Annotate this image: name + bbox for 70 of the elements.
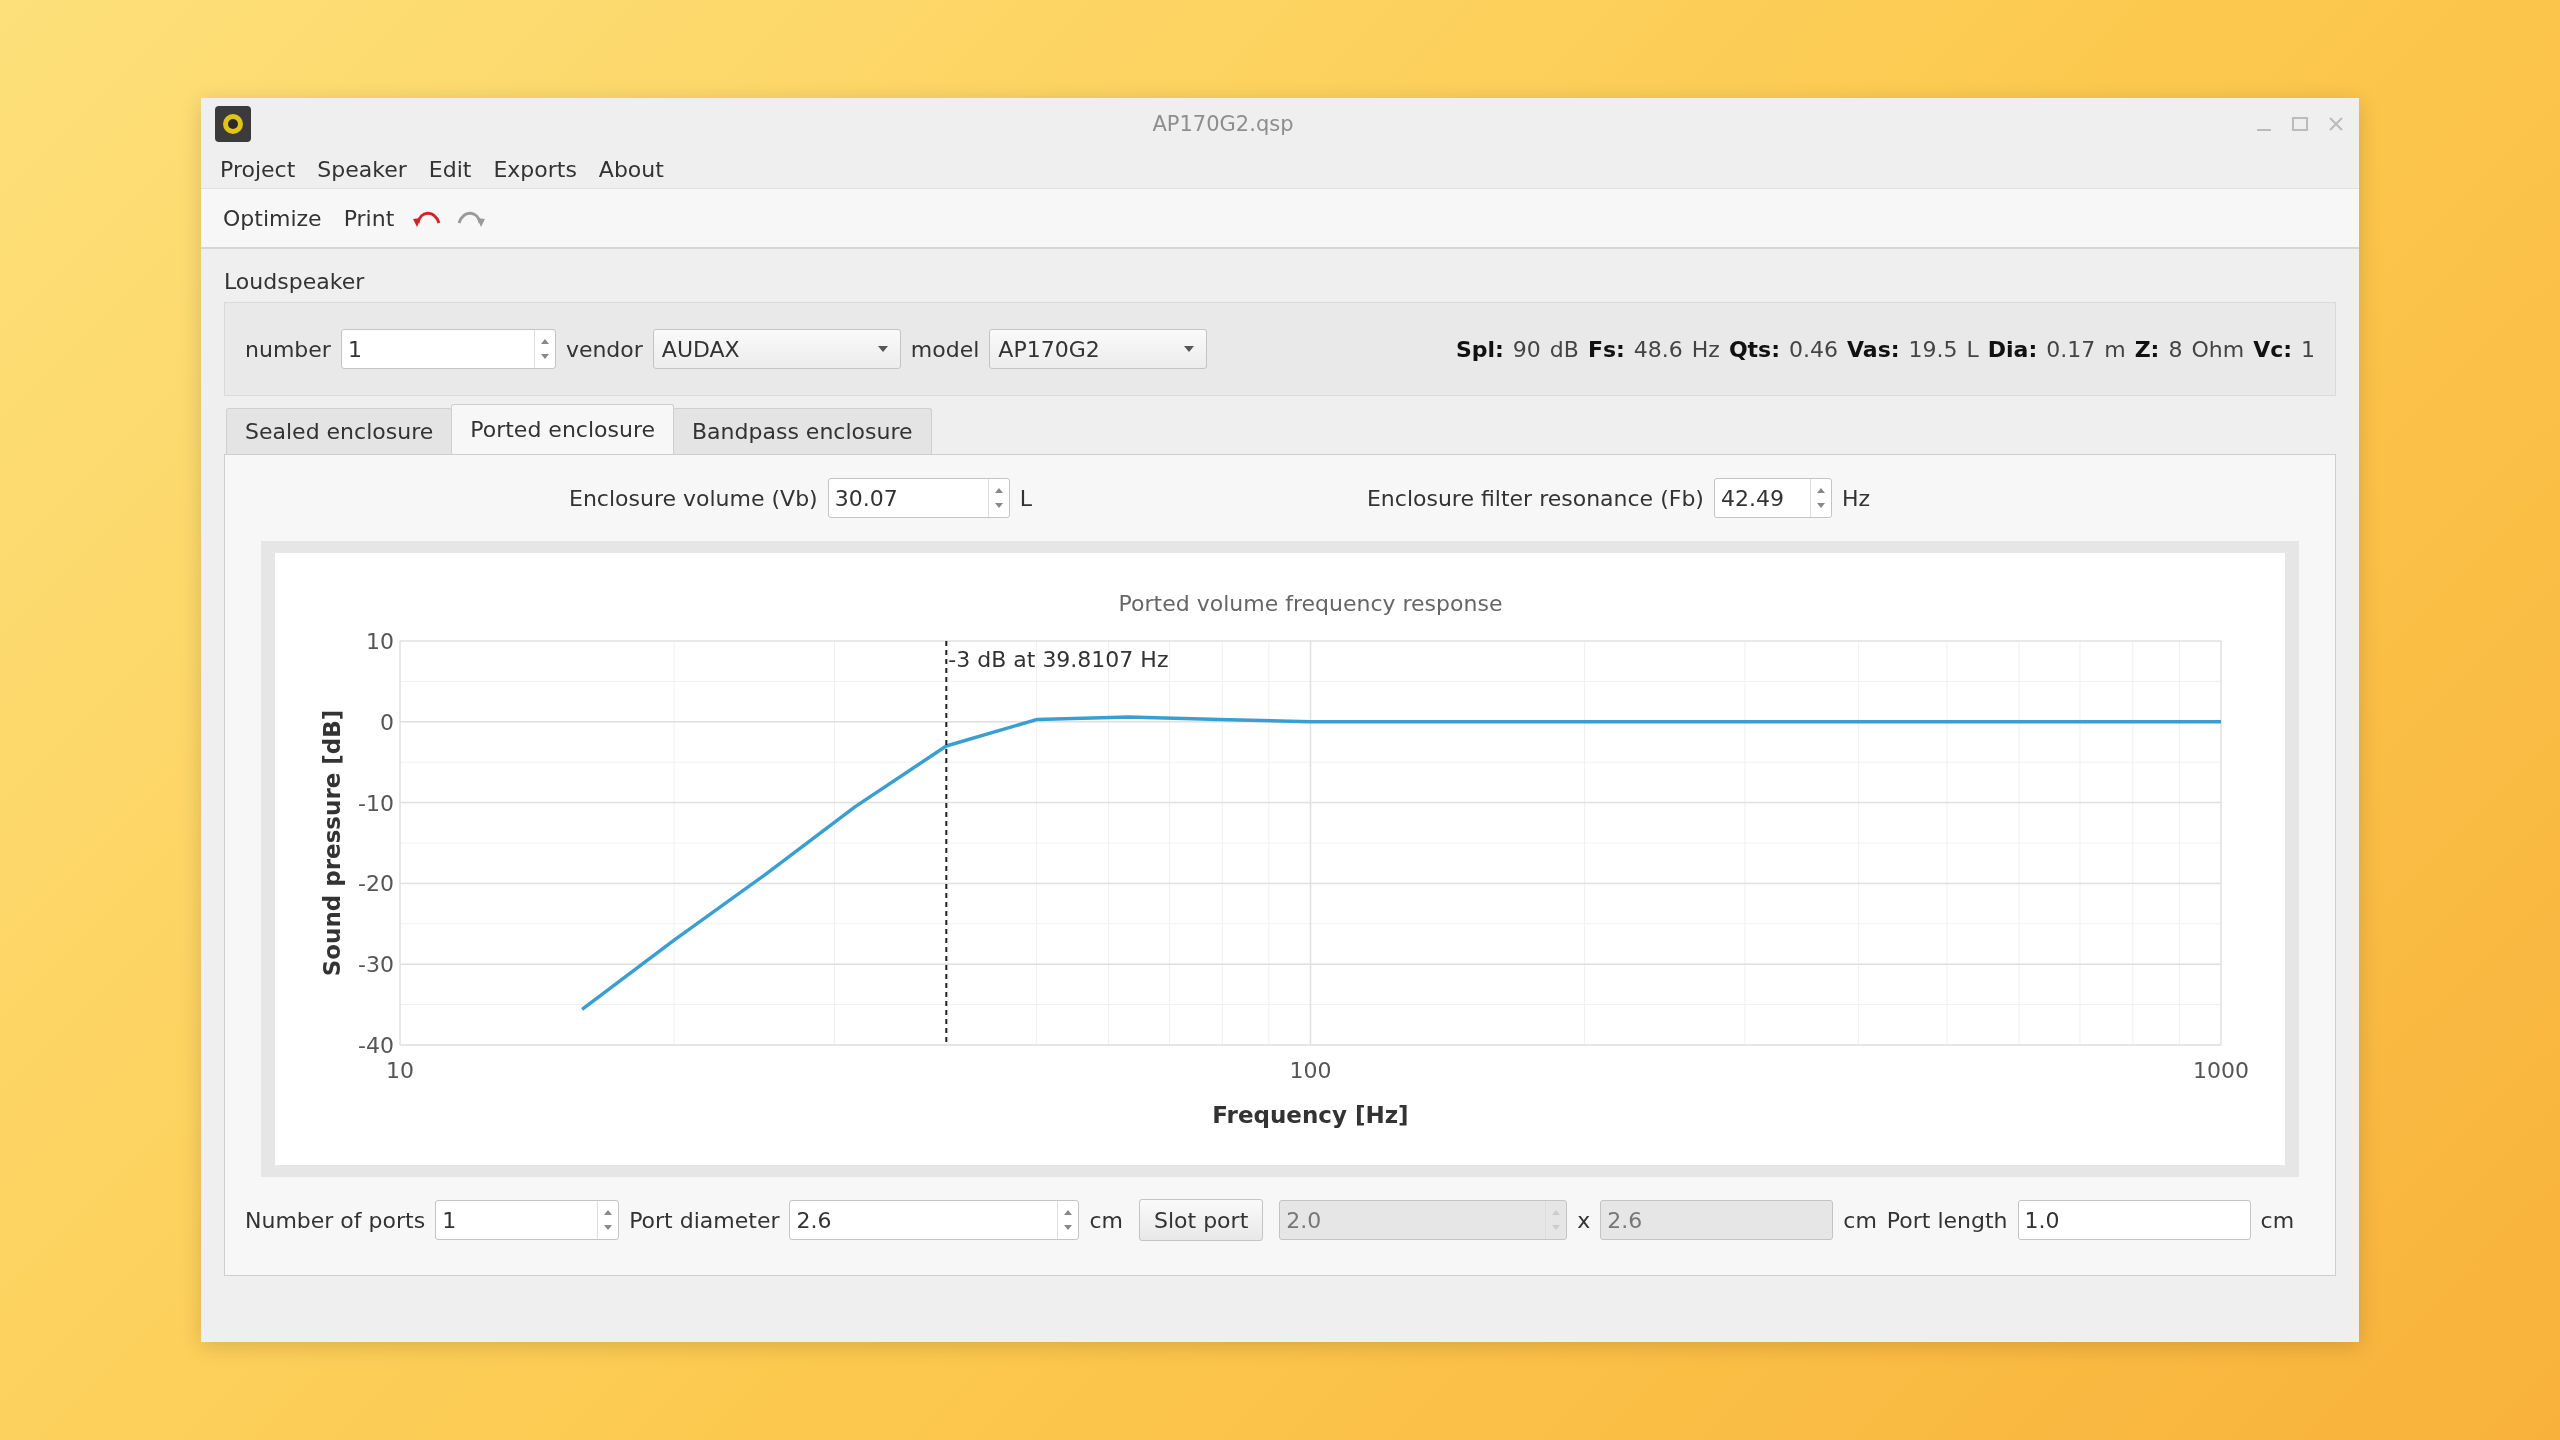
tab[interactable]: Sealed enclosure: [226, 408, 453, 454]
menu-item[interactable]: Project: [209, 156, 307, 182]
x-tick-label: 100: [1289, 1058, 1332, 1083]
slot-port-button[interactable]: Slot port: [1139, 1199, 1264, 1241]
window-title: AP170G2.qsp: [1152, 112, 1294, 136]
resonance-spinbox[interactable]: 42.49: [1713, 478, 1832, 518]
spec-unit: m: [2104, 336, 2126, 362]
spec-label: Fs:: [1587, 336, 1625, 362]
x-tick-label: 1000: [2193, 1058, 2249, 1083]
spec-label: Dia:: [1987, 336, 2038, 362]
unit-label: cm: [1089, 1207, 1123, 1233]
speaker-logo-icon: [215, 106, 251, 142]
spec-label: Vc:: [2253, 336, 2292, 362]
field-label: Port diameter: [629, 1207, 780, 1233]
tab[interactable]: Ported enclosure: [451, 404, 674, 454]
menu-item[interactable]: Exports: [482, 156, 588, 182]
ports-spinbox[interactable]: 1: [435, 1200, 620, 1240]
vendor-dropdown[interactable]: AUDAX: [652, 329, 901, 369]
spec-value: 0.46: [1789, 336, 1838, 362]
number-spinbox[interactable]: 1: [340, 329, 556, 369]
diameter-spinbox[interactable]: 2.6: [789, 1200, 1080, 1240]
y-tick-label: -40: [358, 1033, 394, 1058]
y-axis-title: Sound pressure [dB]: [319, 709, 345, 977]
spec-value: 0.17: [2046, 336, 2096, 362]
y-tick-label: -30: [358, 952, 394, 978]
marker-label: -3 dB at 39.8107 Hz: [948, 647, 1169, 672]
caret-icon: [1184, 346, 1195, 352]
spec-unit: Ohm: [2191, 336, 2245, 362]
field-label: Number of ports: [245, 1207, 426, 1233]
spec-label: Z:: [2134, 336, 2160, 362]
length-field[interactable]: 1.0: [2017, 1200, 2251, 1240]
spec-unit: L: [1966, 336, 1979, 362]
caret-icon: [877, 346, 888, 352]
field-label: Enclosure filter resonance (Fb): [1366, 485, 1704, 511]
unit-label: cm: [1843, 1207, 1877, 1233]
unit-label: L: [1019, 485, 1032, 511]
field-label: number: [245, 336, 331, 362]
spec-unit: dB: [1549, 336, 1579, 362]
field-label: model: [910, 336, 980, 362]
field-label: vendor: [565, 336, 643, 362]
group-title: Loudspeaker: [224, 269, 366, 294]
menu-item[interactable]: About: [587, 156, 675, 182]
unit-label: Hz: [1841, 485, 1871, 511]
spec-value: 48.6: [1633, 336, 1683, 362]
y-tick-label: -20: [358, 871, 394, 897]
unit-label: cm: [2260, 1207, 2295, 1233]
menu-item[interactable]: Speaker: [306, 156, 418, 182]
y-tick-label: 10: [366, 629, 394, 654]
menu-item[interactable]: Edit: [417, 156, 483, 182]
toolbar-button[interactable]: Print: [339, 205, 399, 231]
spec-value: 8: [2168, 336, 2183, 362]
x-axis-title: Frequency [Hz]: [1212, 1102, 1409, 1128]
field-label: Enclosure volume (Vb): [569, 485, 818, 511]
spec-label: Qts:: [1728, 336, 1780, 362]
x-tick-label: 10: [386, 1058, 414, 1083]
tab[interactable]: Bandpass enclosure: [673, 408, 932, 454]
spec-label: Spl:: [1455, 336, 1504, 362]
toolbar-button[interactable]: Optimize: [219, 205, 326, 231]
field-label: Port length: [1886, 1207, 2008, 1233]
chart-title: Ported volume frequency response: [1118, 591, 1503, 616]
y-tick-label: -10: [358, 790, 394, 816]
times-label: x: [1577, 1207, 1591, 1233]
volume-spinbox[interactable]: 30.07: [827, 478, 1010, 518]
spec-label: Vas:: [1847, 336, 1900, 362]
model-dropdown[interactable]: AP170G2: [989, 329, 1208, 369]
y-tick-label: 0: [380, 709, 394, 735]
spec-unit: Hz: [1691, 336, 1720, 362]
spec-value: 19.5: [1908, 336, 1958, 362]
spec-value: 90: [1512, 336, 1541, 362]
spec-value: 1: [2301, 336, 2315, 362]
